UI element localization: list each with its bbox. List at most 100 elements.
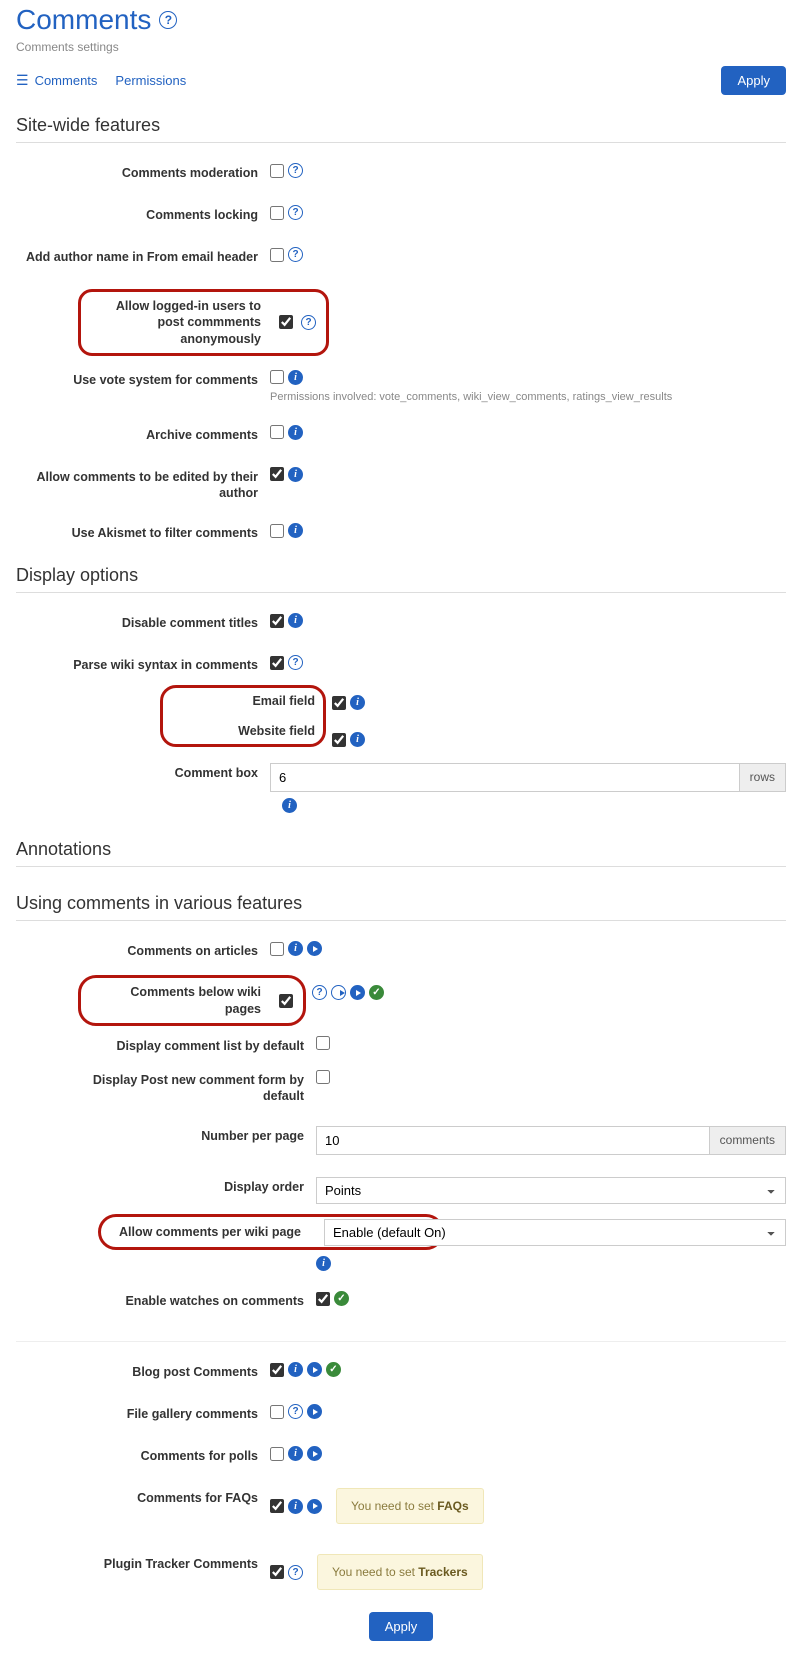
addon-comments: comments (710, 1126, 786, 1155)
checkbox-blog-post[interactable] (270, 1363, 284, 1377)
help-icon[interactable]: ? (301, 315, 316, 330)
label-edit-by-author: Allow comments to be edited by their aut… (16, 467, 270, 502)
page-subtitle: Comments settings (16, 40, 786, 54)
play-icon[interactable] (307, 941, 322, 956)
tab-bar: ☰ Comments Permissions (16, 72, 186, 89)
checkbox-disable-titles[interactable] (270, 614, 284, 628)
notice-tracker: You need to set Trackers (317, 1554, 483, 1590)
play-outline-icon[interactable] (331, 985, 346, 1000)
label-disable-titles: Disable comment titles (16, 613, 270, 631)
label-blog-post: Blog post Comments (16, 1362, 270, 1380)
label-display-list: Display comment list by default (62, 1036, 316, 1054)
apply-button-top[interactable]: Apply (721, 66, 786, 95)
checkbox-display-list[interactable] (316, 1036, 330, 1050)
checkbox-email-field[interactable] (332, 696, 346, 710)
checkbox-enable-watches[interactable] (316, 1292, 330, 1306)
label-vote-system: Use vote system for comments (16, 370, 270, 388)
checkbox-below-wiki[interactable] (279, 994, 293, 1008)
select-allow-per-wiki[interactable]: Enable (default On) (324, 1219, 786, 1246)
checkbox-on-articles[interactable] (270, 942, 284, 956)
check-icon[interactable] (369, 985, 384, 1000)
label-enable-watches: Enable watches on comments (62, 1291, 316, 1309)
checkbox-akismet[interactable] (270, 524, 284, 538)
check-icon[interactable] (334, 1291, 349, 1306)
help-icon[interactable]: ? (288, 163, 303, 178)
checkbox-anonymous[interactable] (279, 315, 293, 329)
checkbox-faqs[interactable] (270, 1499, 284, 1513)
info-icon[interactable]: i (288, 1362, 303, 1377)
section-sitewide: Site-wide features (16, 115, 786, 143)
play-icon[interactable] (307, 1499, 322, 1514)
highlight-anonymous: Allow logged-in users to post commments … (78, 289, 329, 356)
info-icon[interactable]: i (288, 425, 303, 440)
help-icon[interactable]: ? (288, 1565, 303, 1580)
label-below-wiki: Comments below wiki pages (91, 984, 271, 1017)
notice-tracker-strong: Trackers (418, 1565, 467, 1579)
checkbox-from-header[interactable] (270, 248, 284, 262)
info-icon[interactable]: i (350, 732, 365, 747)
input-num-per-page[interactable] (316, 1126, 710, 1155)
checkbox-website-field[interactable] (332, 733, 346, 747)
label-moderation: Comments moderation (16, 163, 270, 181)
label-archive: Archive comments (16, 425, 270, 443)
notice-faqs-strong: FAQs (437, 1499, 468, 1513)
section-various: Using comments in various features (16, 893, 786, 921)
help-icon[interactable]: ? (288, 205, 303, 220)
checkbox-moderation[interactable] (270, 164, 284, 178)
checkbox-locking[interactable] (270, 206, 284, 220)
list-icon: ☰ (16, 72, 29, 89)
input-comment-box[interactable] (270, 763, 740, 792)
info-icon[interactable]: i (288, 1499, 303, 1514)
label-parse-wiki: Parse wiki syntax in comments (16, 655, 270, 673)
checkbox-display-post-form[interactable] (316, 1070, 330, 1084)
apply-button-bottom[interactable]: Apply (369, 1612, 434, 1641)
page-title: Comments (16, 4, 151, 36)
section-display: Display options (16, 565, 786, 593)
label-website-field: Website field (238, 724, 315, 738)
label-akismet: Use Akismet to filter comments (16, 523, 270, 541)
play-icon[interactable] (307, 1404, 322, 1419)
checkbox-polls[interactable] (270, 1447, 284, 1461)
label-locking: Comments locking (16, 205, 270, 223)
section-annotations: Annotations (16, 839, 786, 867)
info-icon[interactable]: i (350, 695, 365, 710)
help-icon[interactable]: ? (288, 655, 303, 670)
play-icon[interactable] (307, 1446, 322, 1461)
hint-vote-permissions: Permissions involved: vote_comments, wik… (270, 391, 786, 403)
tab-comments[interactable]: ☰ Comments (16, 72, 97, 89)
checkbox-edit-by-author[interactable] (270, 467, 284, 481)
label-email-field: Email field (252, 694, 315, 708)
label-on-articles: Comments on articles (16, 941, 270, 959)
label-display-post-form: Display Post new comment form by default (62, 1070, 316, 1105)
info-icon[interactable]: i (288, 523, 303, 538)
notice-tracker-text: You need to set (332, 1565, 418, 1579)
info-icon[interactable]: i (288, 613, 303, 628)
highlight-email-website: Email field Website field (160, 685, 326, 747)
help-icon[interactable]: ? (288, 1404, 303, 1419)
notice-faqs-text: You need to set (351, 1499, 437, 1513)
label-anonymous: Allow logged-in users to post commments … (91, 298, 271, 347)
info-icon[interactable]: i (288, 1446, 303, 1461)
checkbox-tracker[interactable] (270, 1565, 284, 1579)
label-allow-per-wiki: Allow comments per wiki page (119, 1225, 301, 1239)
info-icon[interactable]: i (288, 467, 303, 482)
play-icon[interactable] (350, 985, 365, 1000)
play-icon[interactable] (307, 1362, 322, 1377)
label-polls: Comments for polls (16, 1446, 270, 1464)
info-icon[interactable]: i (282, 798, 297, 813)
label-file-gallery: File gallery comments (16, 1404, 270, 1422)
help-icon[interactable]: ? (312, 985, 327, 1000)
info-icon[interactable]: i (316, 1256, 331, 1271)
help-icon[interactable]: ? (159, 11, 177, 29)
info-icon[interactable]: i (288, 941, 303, 956)
checkbox-file-gallery[interactable] (270, 1405, 284, 1419)
checkbox-parse-wiki[interactable] (270, 656, 284, 670)
tab-permissions[interactable]: Permissions (115, 73, 186, 88)
help-icon[interactable]: ? (288, 247, 303, 262)
info-icon[interactable]: i (288, 370, 303, 385)
label-from-header: Add author name in From email header (16, 247, 270, 265)
checkbox-archive[interactable] (270, 425, 284, 439)
check-icon[interactable] (326, 1362, 341, 1377)
checkbox-vote-system[interactable] (270, 370, 284, 384)
select-display-order[interactable]: Points (316, 1177, 786, 1204)
